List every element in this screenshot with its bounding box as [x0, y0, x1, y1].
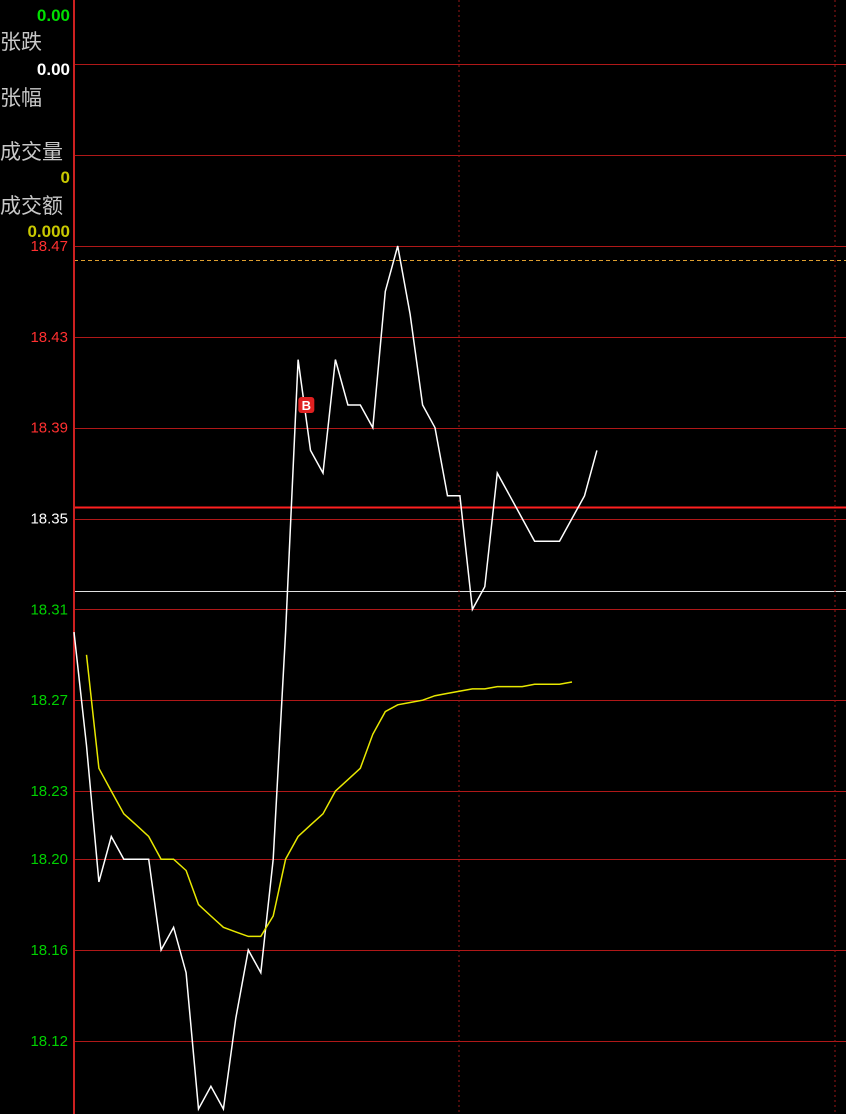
- reference-lines: [74, 260, 846, 592]
- y-tick-label: 18.16: [30, 942, 68, 959]
- price-line: [73, 245, 598, 1112]
- y-tick-label: 18.20: [30, 851, 68, 868]
- average-price-line: [85, 654, 573, 938]
- y-tick-label: 18.35: [30, 511, 68, 528]
- info-label: 张幅: [0, 86, 42, 110]
- y-tick-label: 18.39: [30, 420, 68, 437]
- y-tick-label: 18.27: [30, 692, 68, 709]
- info-label: 成交量: [0, 140, 63, 164]
- buy-marker-label: B: [302, 398, 311, 413]
- y-tick-label: 18.43: [30, 329, 68, 346]
- info-value: 0.00: [36, 60, 70, 79]
- trade-markers: B: [298, 396, 315, 413]
- y-tick-label: 18.23: [30, 783, 68, 800]
- info-value: 0.000: [27, 222, 70, 241]
- y-tick-label: 18.12: [30, 1033, 68, 1050]
- y-tick-label: 18.31: [30, 601, 68, 618]
- series: [73, 245, 598, 1112]
- info-label: 张跌: [0, 30, 42, 54]
- y-axis-ticks: 18.4718.4318.3918.3518.3118.2718.2318.20…: [30, 238, 68, 1050]
- info-value: 0: [60, 168, 70, 187]
- info-value: 0.00: [36, 6, 70, 25]
- gridlines: [74, 64, 846, 1042]
- info-label: 成交额: [0, 194, 63, 218]
- intraday-price-chart: 18.4718.4318.3918.3518.3118.2718.2318.20…: [30, 0, 846, 1114]
